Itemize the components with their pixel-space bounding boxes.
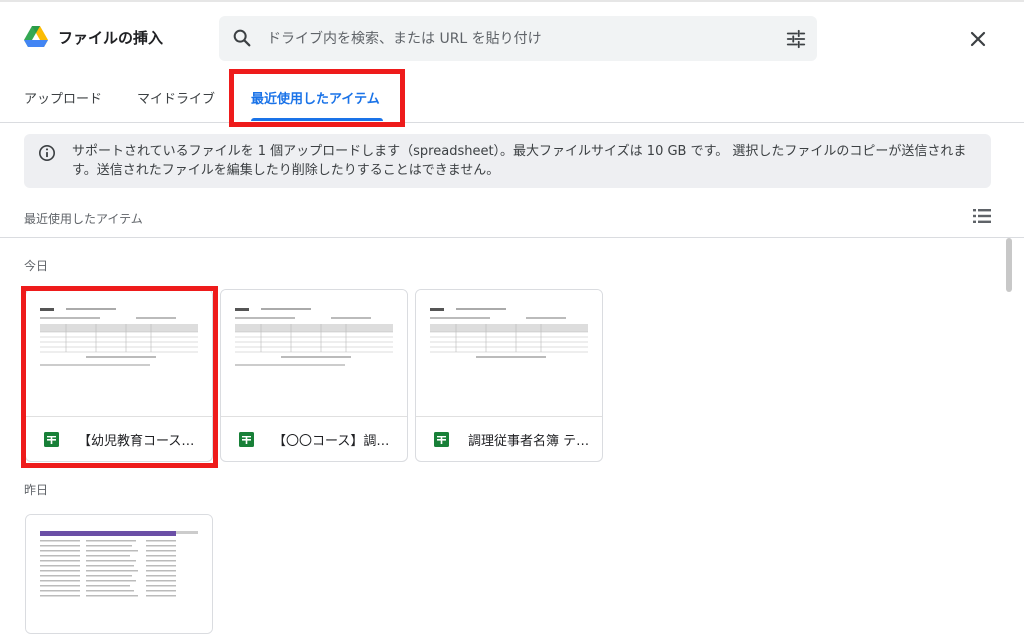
- group-label-yesterday: 昨日: [24, 483, 49, 497]
- google-sheets-icon: [434, 432, 449, 447]
- info-icon: [38, 144, 56, 162]
- scrollbar-thumb[interactable]: [1006, 238, 1012, 292]
- file-name: 【〇〇コース】調理…: [273, 434, 399, 449]
- info-banner: サポートされているファイルを 1 個アップロードします（spreadsheet）…: [24, 134, 991, 188]
- highlight-box-first-file: [21, 286, 218, 468]
- drive-search-box[interactable]: [219, 16, 817, 61]
- search-icon[interactable]: [231, 27, 253, 49]
- search-input[interactable]: [265, 24, 769, 54]
- file-name: 調理従事者名簿 テン…: [468, 434, 594, 449]
- file-card[interactable]: 【〇〇コース】調理…: [220, 289, 408, 462]
- group-label-today: 今日: [24, 259, 49, 273]
- info-text: サポートされているファイルを 1 個アップロードします（spreadsheet）…: [72, 144, 967, 178]
- dialog-header: ファイルの挿入: [0, 0, 1024, 76]
- tab-upload[interactable]: アップロード: [24, 88, 102, 107]
- section-title: 最近使用したアイテム: [24, 212, 143, 226]
- file-card[interactable]: 調理従事者名簿 テン…: [415, 289, 603, 462]
- search-options-icon[interactable]: [785, 28, 807, 50]
- file-footer: 【〇〇コース】調理…: [221, 417, 407, 461]
- tabs-divider: [0, 122, 1024, 123]
- list-view-icon[interactable]: [973, 208, 991, 224]
- google-sheets-icon: [239, 432, 254, 447]
- tab-bar: アップロード マイドライブ 最近使用したアイテム: [0, 76, 1024, 124]
- file-thumbnail: [416, 290, 602, 417]
- file-thumbnail: [221, 290, 407, 417]
- file-footer: 調理従事者名簿 テン…: [416, 417, 602, 461]
- file-card[interactable]: [25, 514, 213, 634]
- file-thumbnail: [26, 515, 212, 633]
- close-icon[interactable]: [966, 27, 990, 51]
- dialog-title: ファイルの挿入: [58, 29, 164, 47]
- section-divider: [0, 237, 1024, 238]
- highlight-box-recent-tab: [229, 69, 405, 127]
- google-drive-logo-icon: [24, 26, 48, 47]
- tab-my-drive[interactable]: マイドライブ: [137, 88, 215, 107]
